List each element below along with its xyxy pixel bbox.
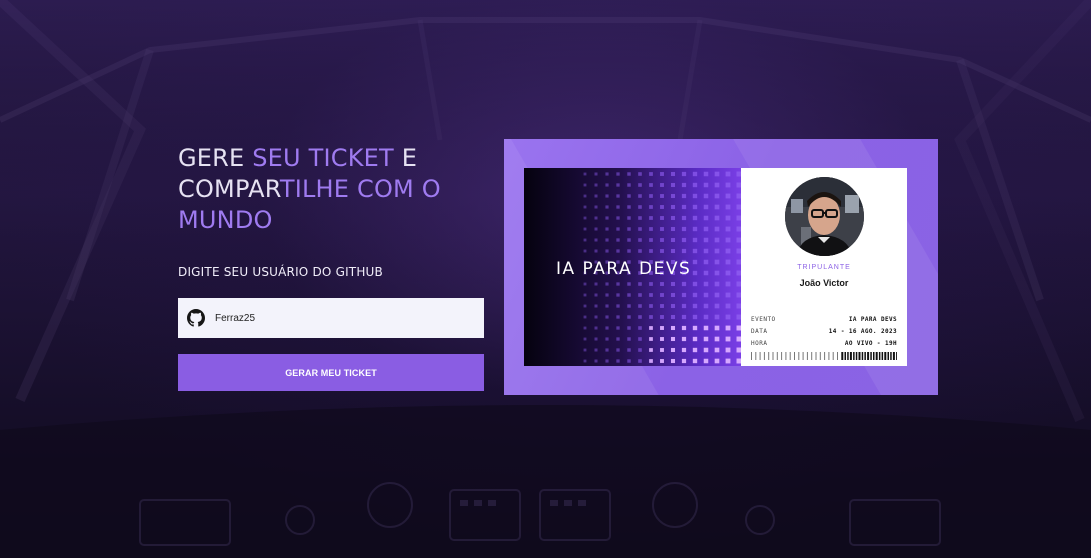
attendee-role-label: TRIPULANTE (797, 264, 851, 271)
headline-accent: SEU TICKET (252, 144, 394, 172)
headline-text: E (393, 144, 418, 172)
github-username-label: DIGITE SEU USUÁRIO DO GITHUB (178, 265, 383, 279)
detail-key: EVENTO (751, 316, 776, 323)
github-username-field[interactable] (178, 298, 484, 338)
page-headline: GERE SEU TICKET E COMPARTILHE COM O MUNDO (178, 143, 484, 236)
detail-row-date: DATA 14 - 16 AGO. 2023 (751, 326, 897, 338)
detail-key: HORA (751, 340, 768, 347)
headline-text: GERE (178, 144, 253, 172)
detail-row-event: EVENTO IA PARA DEVS (751, 314, 897, 326)
detail-value: AO VIVO - 19H (844, 340, 897, 347)
detail-value: IA PARA DEVS (848, 316, 897, 323)
headline-text: COMPAR (178, 175, 280, 203)
ticket-attendee-panel: TRIPULANTE João Victor EVENTO IA PARA DE… (741, 168, 907, 366)
detail-row-time: HORA AO VIVO - 19H (751, 338, 897, 350)
generate-ticket-button[interactable]: GERAR MEU TICKET (178, 354, 484, 391)
ticket-form-section: GERE SEU TICKET E COMPARTILHE COM O MUNDO … (178, 143, 484, 391)
attendee-avatar (785, 177, 864, 256)
headline-accent: TILHE COM O (279, 175, 441, 203)
ticket-preview: IA PARA DEVS TRIPULANTE João Victor EVEN… (504, 139, 938, 395)
ticket-brand-logo: IA PARA DEVS (556, 259, 692, 279)
attendee-name: João Victor (799, 278, 849, 288)
headline-accent: MUNDO (178, 206, 273, 234)
ticket-barcode (751, 352, 897, 360)
github-username-input[interactable] (213, 311, 467, 325)
ticket-brand-panel: IA PARA DEVS (524, 168, 741, 366)
github-icon (187, 309, 205, 327)
ticket-details: EVENTO IA PARA DEVS DATA 14 - 16 AGO. 20… (751, 314, 897, 350)
detail-value: 14 - 16 AGO. 2023 (828, 328, 897, 335)
detail-key: DATA (751, 328, 768, 335)
